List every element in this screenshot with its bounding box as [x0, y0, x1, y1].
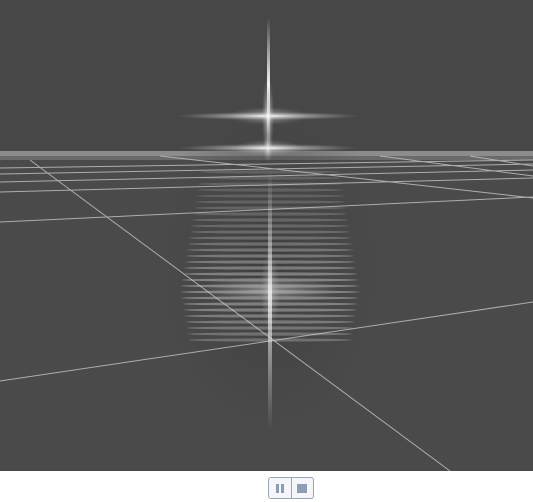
scene-canvas [0, 18, 533, 471]
3d-viewport[interactable] [0, 0, 533, 471]
playback-button-group [268, 477, 314, 499]
pause-button[interactable] [269, 478, 291, 498]
playback-controls [0, 471, 533, 502]
pause-icon [275, 483, 284, 493]
stop-icon [297, 483, 308, 493]
stop-button[interactable] [290, 478, 314, 498]
